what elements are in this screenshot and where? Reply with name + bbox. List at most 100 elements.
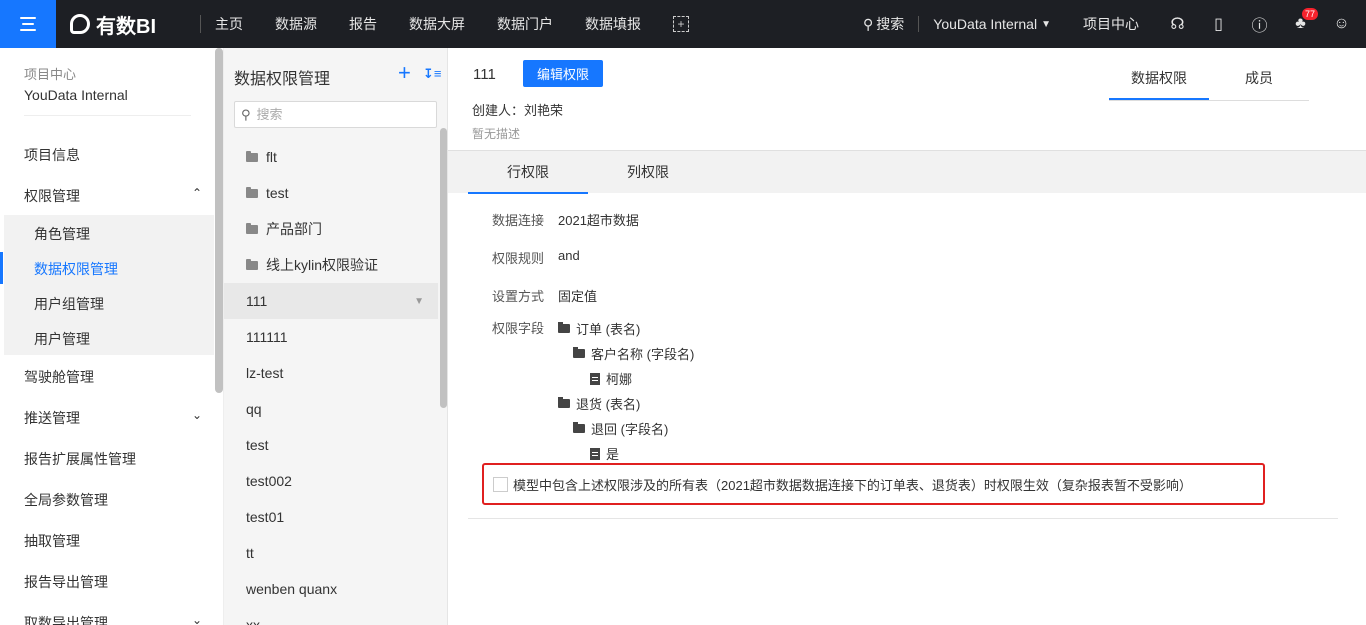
method-value: 固定值 — [558, 289, 598, 304]
tab-data-permission[interactable]: 数据权限 — [1109, 68, 1209, 100]
all-tables-checkbox[interactable] — [493, 476, 508, 492]
rule-value: and — [558, 248, 580, 263]
workspace-name: YouData Internal — [933, 16, 1038, 32]
folder-item[interactable]: flt — [224, 139, 438, 175]
tree-label: 是 — [606, 447, 620, 462]
sidebar-item-report-attrs[interactable]: 报告扩展属性管理 — [24, 449, 136, 469]
chevron-down-icon: ⌄ — [191, 613, 202, 625]
nav-fill[interactable]: 数据填报 — [585, 14, 641, 34]
search-box: ⚲ — [234, 101, 437, 128]
help-icon[interactable]: ⓘ — [1239, 12, 1280, 36]
caret-down-icon[interactable]: ▼ — [414, 296, 424, 307]
description-text: 暂无描述 — [472, 127, 521, 141]
sidebar-item-push[interactable]: 推送管理 ⌄ — [24, 408, 202, 428]
sidebar-item-permission[interactable]: 权限管理 ⌃ — [24, 186, 202, 206]
folder-label: test — [266, 185, 289, 201]
list-item-label: 111 — [246, 293, 268, 309]
list-scrollbar[interactable] — [440, 128, 447, 408]
detail-tabs: 数据权限 成员 — [1109, 68, 1309, 101]
sidebar-item-project-info[interactable]: 项目信息 — [24, 145, 80, 165]
sort-icon[interactable]: ↧≡ — [423, 66, 441, 82]
tree-field-node: 退回 (字段名) — [573, 419, 668, 438]
bell-icon[interactable]: ♣ 77 — [1280, 8, 1321, 33]
sidebar-item-label: 推送管理 — [24, 410, 80, 426]
list-panel-title: 数据权限管理 — [234, 71, 331, 88]
nav-report[interactable]: 报告 — [349, 14, 377, 34]
nav-home[interactable]: 主页 — [215, 14, 243, 34]
tree-label: 退货 (表名) — [576, 397, 641, 412]
sidebar-item-user-groups[interactable]: 用户组管理 — [34, 294, 104, 314]
file-icon — [590, 372, 600, 385]
checkbox-label: 模型中包含上述权限涉及的所有表（2021超市数据数据连接下的订单表、退货表）时权… — [513, 477, 1192, 493]
file-icon — [590, 447, 600, 460]
folder-icon — [573, 347, 585, 358]
sidebar-item-data-permission[interactable]: 数据权限管理 — [34, 259, 118, 279]
sidebar-item-roles[interactable]: 角色管理 — [34, 224, 90, 244]
list-item[interactable]: tt — [224, 535, 438, 571]
search-icon: ⚲ — [241, 106, 251, 122]
connection-value: 2021超市数据 — [558, 213, 639, 228]
menu-icon[interactable] — [0, 0, 56, 48]
project-center-link[interactable]: 项目中心 — [1083, 14, 1139, 34]
folder-icon — [246, 222, 258, 234]
user-icon[interactable]: ☺ — [1321, 15, 1362, 33]
search-icon: ⚲ — [863, 15, 874, 32]
list-item[interactable]: qq — [224, 391, 438, 427]
nav-portal[interactable]: 数据门户 — [497, 14, 553, 34]
sidebar-item-cockpit[interactable]: 驾驶舱管理 — [24, 367, 94, 387]
list-item[interactable]: test002 — [224, 463, 438, 499]
active-indicator — [0, 252, 3, 284]
sidebar-item-users[interactable]: 用户管理 — [34, 329, 90, 349]
add-icon[interactable]: + — [398, 60, 411, 86]
topbar-divider — [918, 16, 920, 32]
list-item[interactable]: test01 — [224, 499, 438, 535]
nav-datasource[interactable]: 数据源 — [275, 14, 317, 34]
sidebar-item-report-export[interactable]: 报告导出管理 — [24, 572, 108, 592]
search-input[interactable] — [256, 107, 417, 122]
nav-bigscreen[interactable]: 数据大屏 — [409, 14, 465, 34]
edit-permission-button[interactable]: 编辑权限 — [523, 60, 603, 87]
logo-icon — [70, 14, 90, 34]
list-item[interactable]: lz-test — [224, 355, 438, 391]
folder-icon — [246, 258, 258, 270]
folder-label: flt — [266, 149, 277, 165]
sidebar-item-global-params[interactable]: 全局参数管理 — [24, 490, 108, 510]
folder-label: 线上kylin权限验证 — [266, 257, 379, 273]
book-icon[interactable]: ▯ — [1198, 14, 1239, 34]
tree-value-node: 是 — [590, 444, 619, 463]
permission-name: 111 — [473, 66, 496, 83]
list-item-selected[interactable]: 111 ▼ — [224, 283, 438, 319]
workspace-dropdown[interactable]: YouData Internal ▼ — [933, 16, 1051, 32]
list-item[interactable]: test — [224, 427, 438, 463]
chevron-down-icon: ⌄ — [191, 408, 202, 422]
sidebar-header-title: 项目中心 — [24, 67, 77, 82]
app-logo[interactable]: 有数BI — [70, 10, 180, 39]
field-label: 权限字段 — [492, 321, 545, 336]
nav-divider — [200, 15, 201, 33]
add-nav-icon[interactable]: + — [673, 16, 689, 32]
folder-item[interactable]: 线上kylin权限验证 — [224, 247, 438, 283]
tab-column-permission[interactable]: 列权限 — [588, 151, 708, 194]
list-item[interactable]: 111111 — [224, 319, 438, 355]
list-item[interactable]: wenben quanx — [224, 571, 438, 607]
folder-icon — [246, 150, 258, 162]
sidebar-item-label: 取数导出管理 — [24, 615, 108, 625]
headset-icon[interactable]: ☊ — [1157, 14, 1198, 34]
list-item[interactable]: xx — [224, 607, 438, 625]
tree-field-node: 客户名称 (字段名) — [573, 344, 694, 363]
sidebar-item-extract[interactable]: 抽取管理 — [24, 531, 80, 551]
creator-text: 创建人：刘艳荣 — [472, 103, 564, 118]
logo-text: 有数BI — [96, 15, 156, 38]
tab-members[interactable]: 成员 — [1209, 68, 1309, 100]
search-button[interactable]: ⚲ 搜索 — [863, 14, 904, 34]
folder-item[interactable]: 产品部门 — [224, 211, 438, 247]
rule-label: 权限规则 — [492, 251, 545, 266]
folder-item[interactable]: test — [224, 175, 438, 211]
folder-label: 产品部门 — [266, 221, 322, 237]
tab-row-permission[interactable]: 行权限 — [468, 151, 588, 194]
sidebar-scrollbar[interactable] — [215, 48, 223, 393]
tree-table-node: 订单 (表名) — [558, 319, 640, 338]
content-divider — [468, 518, 1338, 519]
sidebar-item-data-export[interactable]: 取数导出管理 ⌄ — [24, 613, 202, 625]
tree-value-node: 柯娜 — [590, 369, 632, 388]
